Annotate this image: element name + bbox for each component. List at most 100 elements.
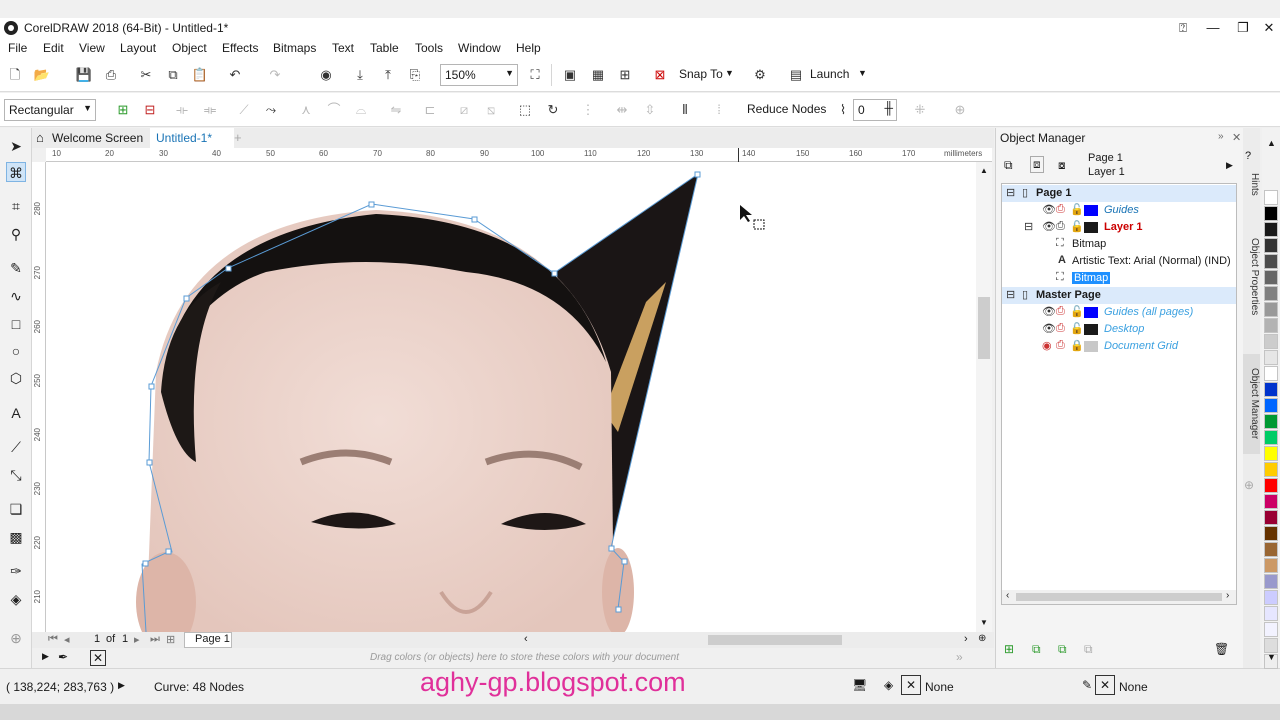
- new-tab-icon[interactable]: +: [234, 130, 242, 145]
- palette-swatch[interactable]: [1264, 206, 1278, 221]
- next-page-icon[interactable]: ▸: [134, 633, 140, 646]
- color-proof-icon[interactable]: 🖥: [852, 678, 867, 692]
- snap-off-icon[interactable]: ⊠: [650, 65, 670, 85]
- selection-mode-combo[interactable]: Rectangular ▼: [4, 99, 96, 121]
- palette-swatch[interactable]: [1264, 302, 1278, 317]
- tree-bitmap-selected[interactable]: ⛶ Bitmap: [1002, 270, 1236, 287]
- undo-icon[interactable]: ↶: [225, 65, 245, 85]
- palette-swatch[interactable]: [1264, 318, 1278, 333]
- no-fill-swatch-icon[interactable]: ✕: [901, 675, 921, 695]
- publish-pdf-icon[interactable]: ⎘: [405, 65, 425, 85]
- palette-swatch[interactable]: [1264, 478, 1278, 493]
- visibility-hidden-icon[interactable]: ◉: [1042, 339, 1052, 352]
- menu-text[interactable]: Text: [332, 41, 354, 55]
- ellipse-tool-icon[interactable]: ○: [6, 341, 26, 361]
- transparency-tool-icon[interactable]: ▩: [6, 527, 26, 547]
- menu-file[interactable]: File: [8, 41, 27, 55]
- help-window-icon[interactable]: ⍰: [1168, 18, 1198, 38]
- parallel-dimension-icon[interactable]: ⟋: [6, 437, 26, 457]
- smooth-node-icon[interactable]: ⌒: [324, 100, 344, 120]
- redo-icon[interactable]: ↷: [265, 65, 285, 85]
- palette-flyout-icon[interactable]: ▶: [42, 651, 49, 662]
- palette-swatch[interactable]: [1264, 558, 1278, 573]
- curve-smoothness-input[interactable]: 0 ╫: [853, 99, 897, 121]
- first-page-icon[interactable]: ⏮: [48, 633, 58, 646]
- print-disabled-icon[interactable]: ⎙: [1056, 339, 1065, 352]
- palette-swatch[interactable]: [1264, 334, 1278, 349]
- menu-tools[interactable]: Tools: [415, 41, 443, 55]
- tree-guides-all-pages[interactable]: 👁 ⎙ 🔓 Guides (all pages): [1002, 304, 1236, 321]
- no-outline-swatch-icon[interactable]: ✕: [1095, 675, 1115, 695]
- tab-page-1[interactable]: Page 1: [184, 632, 232, 648]
- drawing-canvas[interactable]: [46, 162, 976, 632]
- import-icon[interactable]: ⤓: [350, 65, 370, 85]
- horizontal-scroll-thumb[interactable]: [708, 635, 842, 645]
- paste-icon[interactable]: 📋: [190, 65, 210, 85]
- previous-page-icon[interactable]: ◂: [64, 633, 70, 646]
- chevron-down-icon[interactable]: ▼: [858, 68, 867, 78]
- menu-layout[interactable]: Layout: [120, 41, 156, 55]
- close-button[interactable]: ✕: [1254, 18, 1280, 38]
- tab-hints[interactable]: Hints: [1243, 164, 1260, 204]
- docker-expand-icon[interactable]: »: [1218, 131, 1224, 142]
- launch-app-icon[interactable]: ▤: [786, 65, 806, 85]
- palette-swatch[interactable]: [1264, 526, 1278, 541]
- to-curve-icon[interactable]: ⤳: [261, 100, 281, 120]
- launch-button[interactable]: Launch: [810, 67, 849, 81]
- reverse-direction-icon[interactable]: ⇋: [386, 100, 406, 120]
- edit-across-layers-icon[interactable]: ⧇: [1058, 158, 1066, 173]
- connector-tool-icon[interactable]: ⤡: [6, 465, 26, 485]
- reflect-node-icon[interactable]: ⁜: [910, 100, 930, 120]
- full-screen-preview-icon[interactable]: ▣: [560, 65, 580, 85]
- layer-manager-view-icon[interactable]: ⧉: [1004, 158, 1013, 173]
- mirror-vertical-icon[interactable]: ⇳: [640, 100, 660, 120]
- print-icon[interactable]: ⎙: [1056, 220, 1065, 233]
- tab-untitled-1[interactable]: Untitled-1*: [150, 128, 234, 148]
- status-flyout-icon[interactable]: ▶: [118, 680, 125, 691]
- visibility-eye-icon[interactable]: 👁: [1042, 203, 1056, 216]
- palette-scroll-up-icon[interactable]: ▲: [1267, 138, 1276, 148]
- delete-node-icon[interactable]: ⊟: [140, 100, 160, 120]
- show-grid-icon[interactable]: ▦: [588, 65, 608, 85]
- select-all-nodes-icon[interactable]: ⁞: [709, 100, 729, 120]
- palette-swatch[interactable]: [1264, 414, 1278, 429]
- tree-artistic-text[interactable]: A Artistic Text: Arial (Normal) (IND): [1002, 253, 1236, 270]
- collapse-icon[interactable]: ⊟: [1006, 186, 1015, 199]
- visibility-eye-icon[interactable]: 👁: [1042, 305, 1056, 318]
- palette-swatch[interactable]: [1264, 430, 1278, 445]
- print-icon[interactable]: ⎙: [101, 65, 121, 85]
- menu-window[interactable]: Window: [458, 41, 501, 55]
- pick-tool-icon[interactable]: ➤: [6, 136, 26, 156]
- visibility-eye-icon[interactable]: 👁: [1042, 322, 1056, 335]
- align-nodes-icon[interactable]: ⋮: [578, 100, 598, 120]
- palette-scroll-down-icon[interactable]: ▼: [1267, 652, 1276, 662]
- eyedropper-icon[interactable]: ✒: [58, 650, 68, 664]
- palette-swatch[interactable]: [1264, 510, 1278, 525]
- palette-swatch[interactable]: [1264, 446, 1278, 461]
- palette-swatch[interactable]: [1264, 238, 1278, 253]
- scroll-left-icon[interactable]: ‹: [1006, 590, 1009, 601]
- menu-edit[interactable]: Edit: [43, 41, 64, 55]
- palette-swatch[interactable]: [1264, 574, 1278, 589]
- cusp-node-icon[interactable]: ⋏: [296, 100, 316, 120]
- add-toolbar-item-icon[interactable]: ⊕: [950, 100, 970, 120]
- menu-object[interactable]: Object: [172, 41, 207, 55]
- new-document-icon[interactable]: 🗋: [5, 65, 25, 85]
- cut-icon[interactable]: ✂: [136, 65, 156, 85]
- extract-subpath-icon[interactable]: ⧄: [454, 100, 474, 120]
- show-object-properties-icon[interactable]: ⧈: [1030, 156, 1044, 173]
- menu-view[interactable]: View: [79, 41, 105, 55]
- no-color-swatch-icon[interactable]: ✕: [90, 650, 106, 666]
- print-disabled-icon[interactable]: ⎙: [1056, 322, 1065, 335]
- tree-master-page[interactable]: ⊟ ▯ Master Page: [1002, 287, 1236, 304]
- freehand-tool-icon[interactable]: ✎: [6, 258, 26, 278]
- palette-swatch[interactable]: [1264, 366, 1278, 381]
- color-palette[interactable]: ▲ ▼: [1262, 128, 1280, 669]
- mirror-horizontal-icon[interactable]: ⇹: [612, 100, 632, 120]
- palette-swatch[interactable]: [1264, 382, 1278, 397]
- scroll-down-icon[interactable]: ▼: [980, 618, 988, 627]
- menu-bitmaps[interactable]: Bitmaps: [273, 41, 316, 55]
- palette-swatch[interactable]: [1264, 286, 1278, 301]
- crop-tool-icon[interactable]: ⌗: [6, 196, 26, 216]
- new-master-layer-odd-icon[interactable]: ⧉: [1084, 642, 1093, 657]
